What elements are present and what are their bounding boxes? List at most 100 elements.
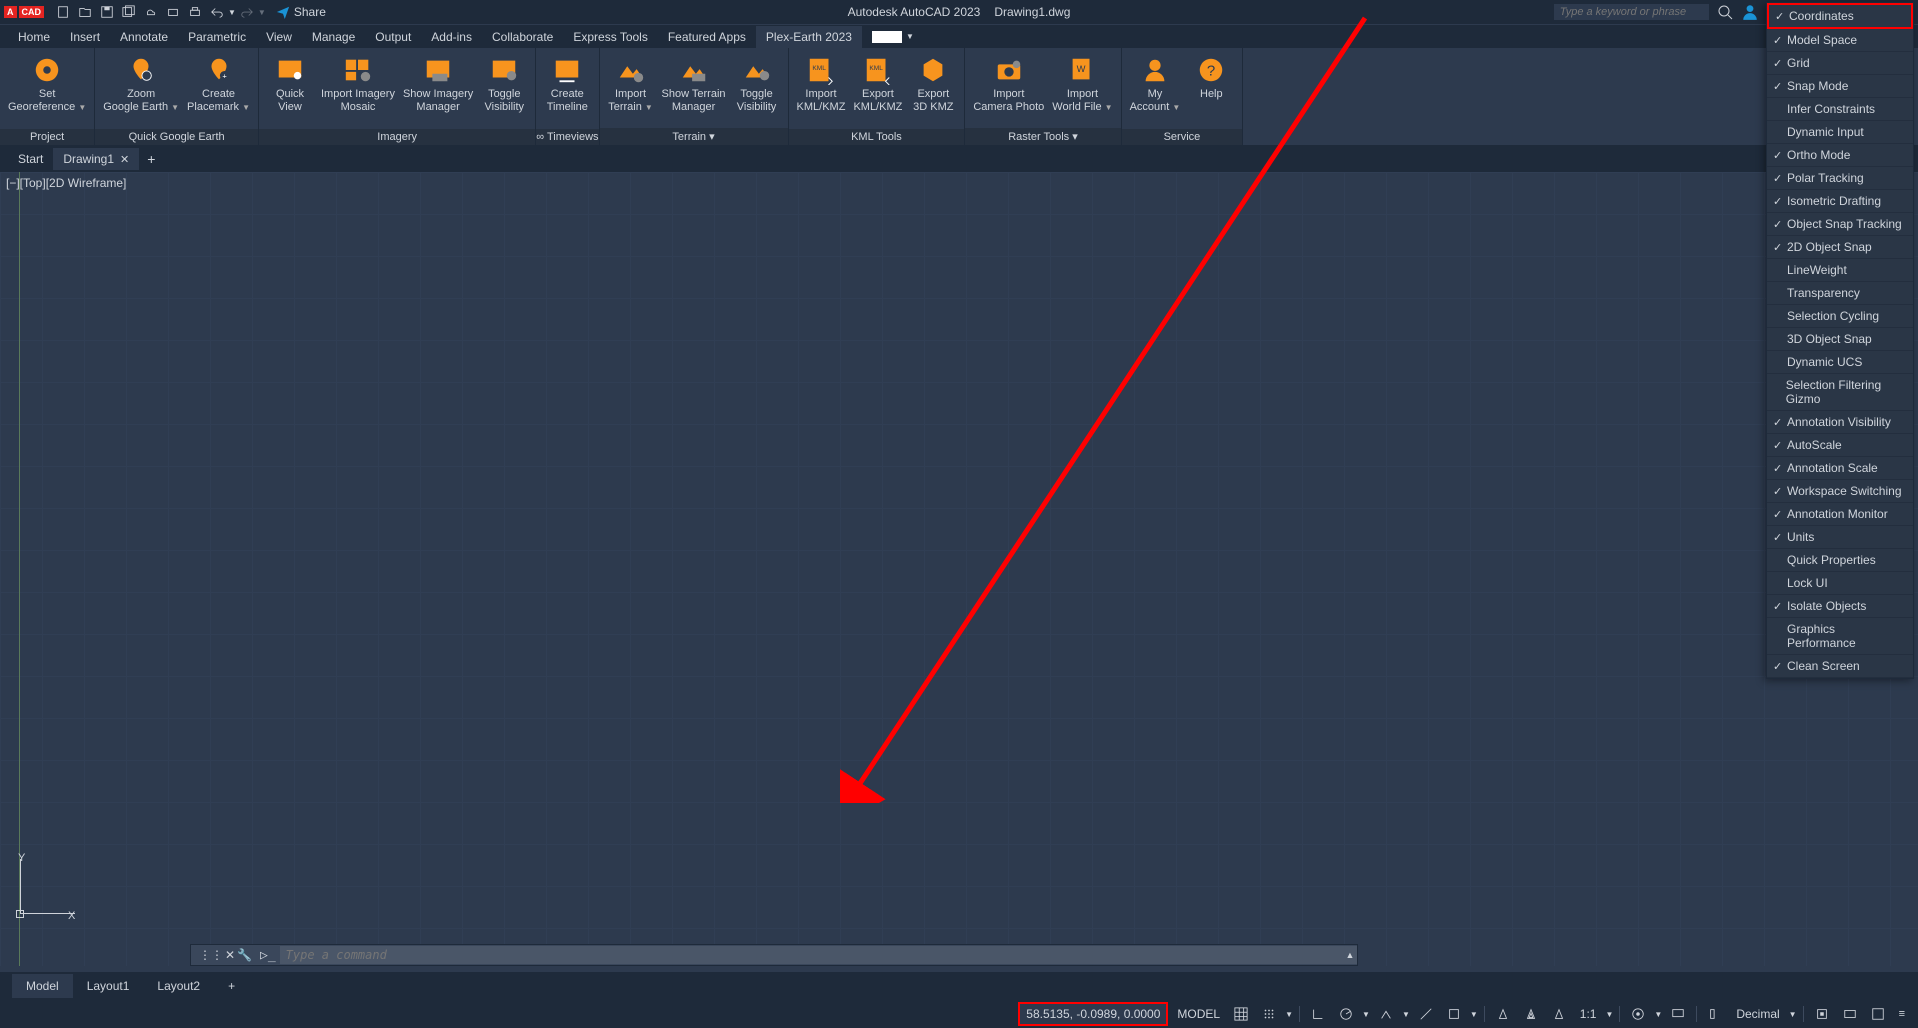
anno-monitor-icon[interactable]: [1666, 1004, 1690, 1024]
ctx-graphics-performance[interactable]: Graphics Performance: [1767, 618, 1913, 655]
menu-view[interactable]: View: [256, 26, 302, 48]
menu-add-ins[interactable]: Add-ins: [421, 26, 482, 48]
ribbon-set-georeference[interactable]: SetGeoreference ▼: [4, 52, 90, 115]
layout-tab-layout1[interactable]: Layout1: [73, 974, 144, 998]
coordinates-readout[interactable]: 58.5135, -0.0989, 0.0000: [1018, 1002, 1168, 1026]
print-icon[interactable]: [185, 2, 205, 22]
view-label[interactable]: [−][Top][2D Wireframe]: [6, 176, 126, 190]
ribbon-my-account[interactable]: MyAccount ▼: [1126, 52, 1185, 115]
otrack-icon[interactable]: [1414, 1004, 1438, 1024]
menu-plex-earth-2023[interactable]: Plex-Earth 2023: [756, 26, 862, 48]
ctx-workspace-switching[interactable]: ✓Workspace Switching: [1767, 480, 1913, 503]
menu-insert[interactable]: Insert: [60, 26, 110, 48]
menu-manage[interactable]: Manage: [302, 26, 365, 48]
search-input[interactable]: [1554, 4, 1709, 20]
cmd-close-icon[interactable]: ✕: [225, 948, 235, 962]
ribbon-import-world-file[interactable]: WImportWorld File ▼: [1048, 52, 1116, 115]
polar-icon[interactable]: [1334, 1004, 1358, 1024]
drawing-canvas[interactable]: [−][Top][2D Wireframe] XY: [0, 172, 1918, 966]
share-button[interactable]: Share: [276, 5, 326, 19]
layout-tab-model[interactable]: Model: [12, 974, 73, 998]
open-icon[interactable]: [75, 2, 95, 22]
ctx-model-space[interactable]: ✓Model Space: [1767, 29, 1913, 52]
layout-tab-layout2[interactable]: Layout2: [143, 974, 214, 998]
ctx-annotation-scale[interactable]: ✓Annotation Scale: [1767, 457, 1913, 480]
undo-icon[interactable]: [207, 2, 227, 22]
close-icon[interactable]: ✕: [120, 153, 129, 166]
user-icon[interactable]: [1741, 3, 1759, 21]
ctx-units[interactable]: ✓Units: [1767, 526, 1913, 549]
ctx-grid[interactable]: ✓Grid: [1767, 52, 1913, 75]
ctx-annotation-monitor[interactable]: ✓Annotation Monitor: [1767, 503, 1913, 526]
plot-icon[interactable]: [163, 2, 183, 22]
workspace-icon[interactable]: [1626, 1004, 1650, 1024]
cloud-icon[interactable]: [141, 2, 161, 22]
ctx-lineweight[interactable]: LineWeight: [1767, 259, 1913, 282]
menu-home[interactable]: Home: [8, 26, 60, 48]
isolate-icon[interactable]: [1810, 1004, 1834, 1024]
ctx-infer-constraints[interactable]: Infer Constraints: [1767, 98, 1913, 121]
osnap-icon[interactable]: [1442, 1004, 1466, 1024]
scale-label[interactable]: 1:1: [1575, 1004, 1602, 1024]
cmd-custom-icon[interactable]: 🔧: [237, 948, 252, 962]
cmd-expand-icon[interactable]: ▲: [1343, 946, 1357, 964]
ribbon-import-imagery-mosaic[interactable]: Import ImageryMosaic: [317, 52, 399, 115]
menu-output[interactable]: Output: [365, 26, 421, 48]
ribbon-import-kml-kmz[interactable]: KMLImportKML/KMZ: [793, 52, 850, 115]
anno-scale-icon[interactable]: [1547, 1004, 1571, 1024]
ribbon-toggle-visibility[interactable]: ToggleVisibility: [730, 52, 784, 115]
menu-featured-apps[interactable]: Featured Apps: [658, 26, 756, 48]
autoscale-icon[interactable]: [1519, 1004, 1543, 1024]
ctx-object-snap-tracking[interactable]: ✓Object Snap Tracking: [1767, 213, 1913, 236]
tab-start[interactable]: Start: [8, 148, 53, 170]
ctx-3d-object-snap[interactable]: 3D Object Snap: [1767, 328, 1913, 351]
ctx-quick-properties[interactable]: Quick Properties: [1767, 549, 1913, 572]
ribbon-create-placemark[interactable]: +CreatePlacemark ▼: [183, 52, 254, 115]
ribbon-export-3d-kmz[interactable]: Export3D KMZ: [906, 52, 960, 115]
ctx-lock-ui[interactable]: Lock UI: [1767, 572, 1913, 595]
redo-icon[interactable]: [237, 2, 257, 22]
tab-drawing[interactable]: Drawing1✕: [53, 148, 139, 170]
ctx-transparency[interactable]: Transparency: [1767, 282, 1913, 305]
command-line[interactable]: ⋮⋮ ✕ 🔧 ▷_ ▲: [190, 944, 1358, 966]
snap-toggle-icon[interactable]: [1257, 1004, 1281, 1024]
ribbon-export-kml-kmz[interactable]: KMLExportKML/KMZ: [849, 52, 906, 115]
ribbon-show-imagery-manager[interactable]: Show ImageryManager: [399, 52, 477, 115]
ribbon-toggle-visibility[interactable]: ToggleVisibility: [477, 52, 531, 115]
cleanscreen-icon[interactable]: [1866, 1004, 1890, 1024]
ribbon-quick-view[interactable]: QuickView: [263, 52, 317, 115]
hw-accel-icon[interactable]: [1838, 1004, 1862, 1024]
units-icon[interactable]: [1703, 1004, 1727, 1024]
menu-collaborate[interactable]: Collaborate: [482, 26, 563, 48]
ribbon-import-terrain[interactable]: ImportTerrain ▼: [604, 52, 658, 115]
ctx-annotation-visibility[interactable]: ✓Annotation Visibility: [1767, 411, 1913, 434]
new-icon[interactable]: [53, 2, 73, 22]
ribbon-show-terrain-manager[interactable]: Show TerrainManager: [658, 52, 730, 115]
menu-annotate[interactable]: Annotate: [110, 26, 178, 48]
ctx-snap-mode[interactable]: ✓Snap Mode: [1767, 75, 1913, 98]
ctx-ortho-mode[interactable]: ✓Ortho Mode: [1767, 144, 1913, 167]
search-icon[interactable]: [1717, 4, 1733, 20]
grid-toggle-icon[interactable]: [1229, 1004, 1253, 1024]
ctx-clean-screen[interactable]: ✓Clean Screen: [1767, 655, 1913, 678]
layout-add[interactable]: +: [214, 974, 249, 998]
ctx-selection-cycling[interactable]: Selection Cycling: [1767, 305, 1913, 328]
ribbon-import-camera-photo[interactable]: ImportCamera Photo: [969, 52, 1048, 115]
customize-icon[interactable]: ≡: [1894, 1005, 1910, 1023]
tab-add[interactable]: +: [139, 151, 163, 167]
save-icon[interactable]: [97, 2, 117, 22]
menu-express-tools[interactable]: Express Tools: [563, 26, 657, 48]
menu-extra-icon[interactable]: [872, 31, 902, 43]
cmd-handle-icon[interactable]: ⋮⋮: [199, 948, 223, 962]
units-label[interactable]: Decimal: [1731, 1004, 1784, 1024]
ribbon-create-timeline[interactable]: CreateTimeline: [540, 52, 594, 115]
command-input[interactable]: [280, 946, 1343, 964]
ctx-dynamic-input[interactable]: Dynamic Input: [1767, 121, 1913, 144]
ortho-icon[interactable]: [1306, 1004, 1330, 1024]
menu-parametric[interactable]: Parametric: [178, 26, 256, 48]
ctx-dynamic-ucs[interactable]: Dynamic UCS: [1767, 351, 1913, 374]
ctx-2d-object-snap[interactable]: ✓2D Object Snap: [1767, 236, 1913, 259]
ctx-autoscale[interactable]: ✓AutoScale: [1767, 434, 1913, 457]
iso-icon[interactable]: [1374, 1004, 1398, 1024]
model-toggle[interactable]: MODEL: [1172, 1004, 1225, 1024]
